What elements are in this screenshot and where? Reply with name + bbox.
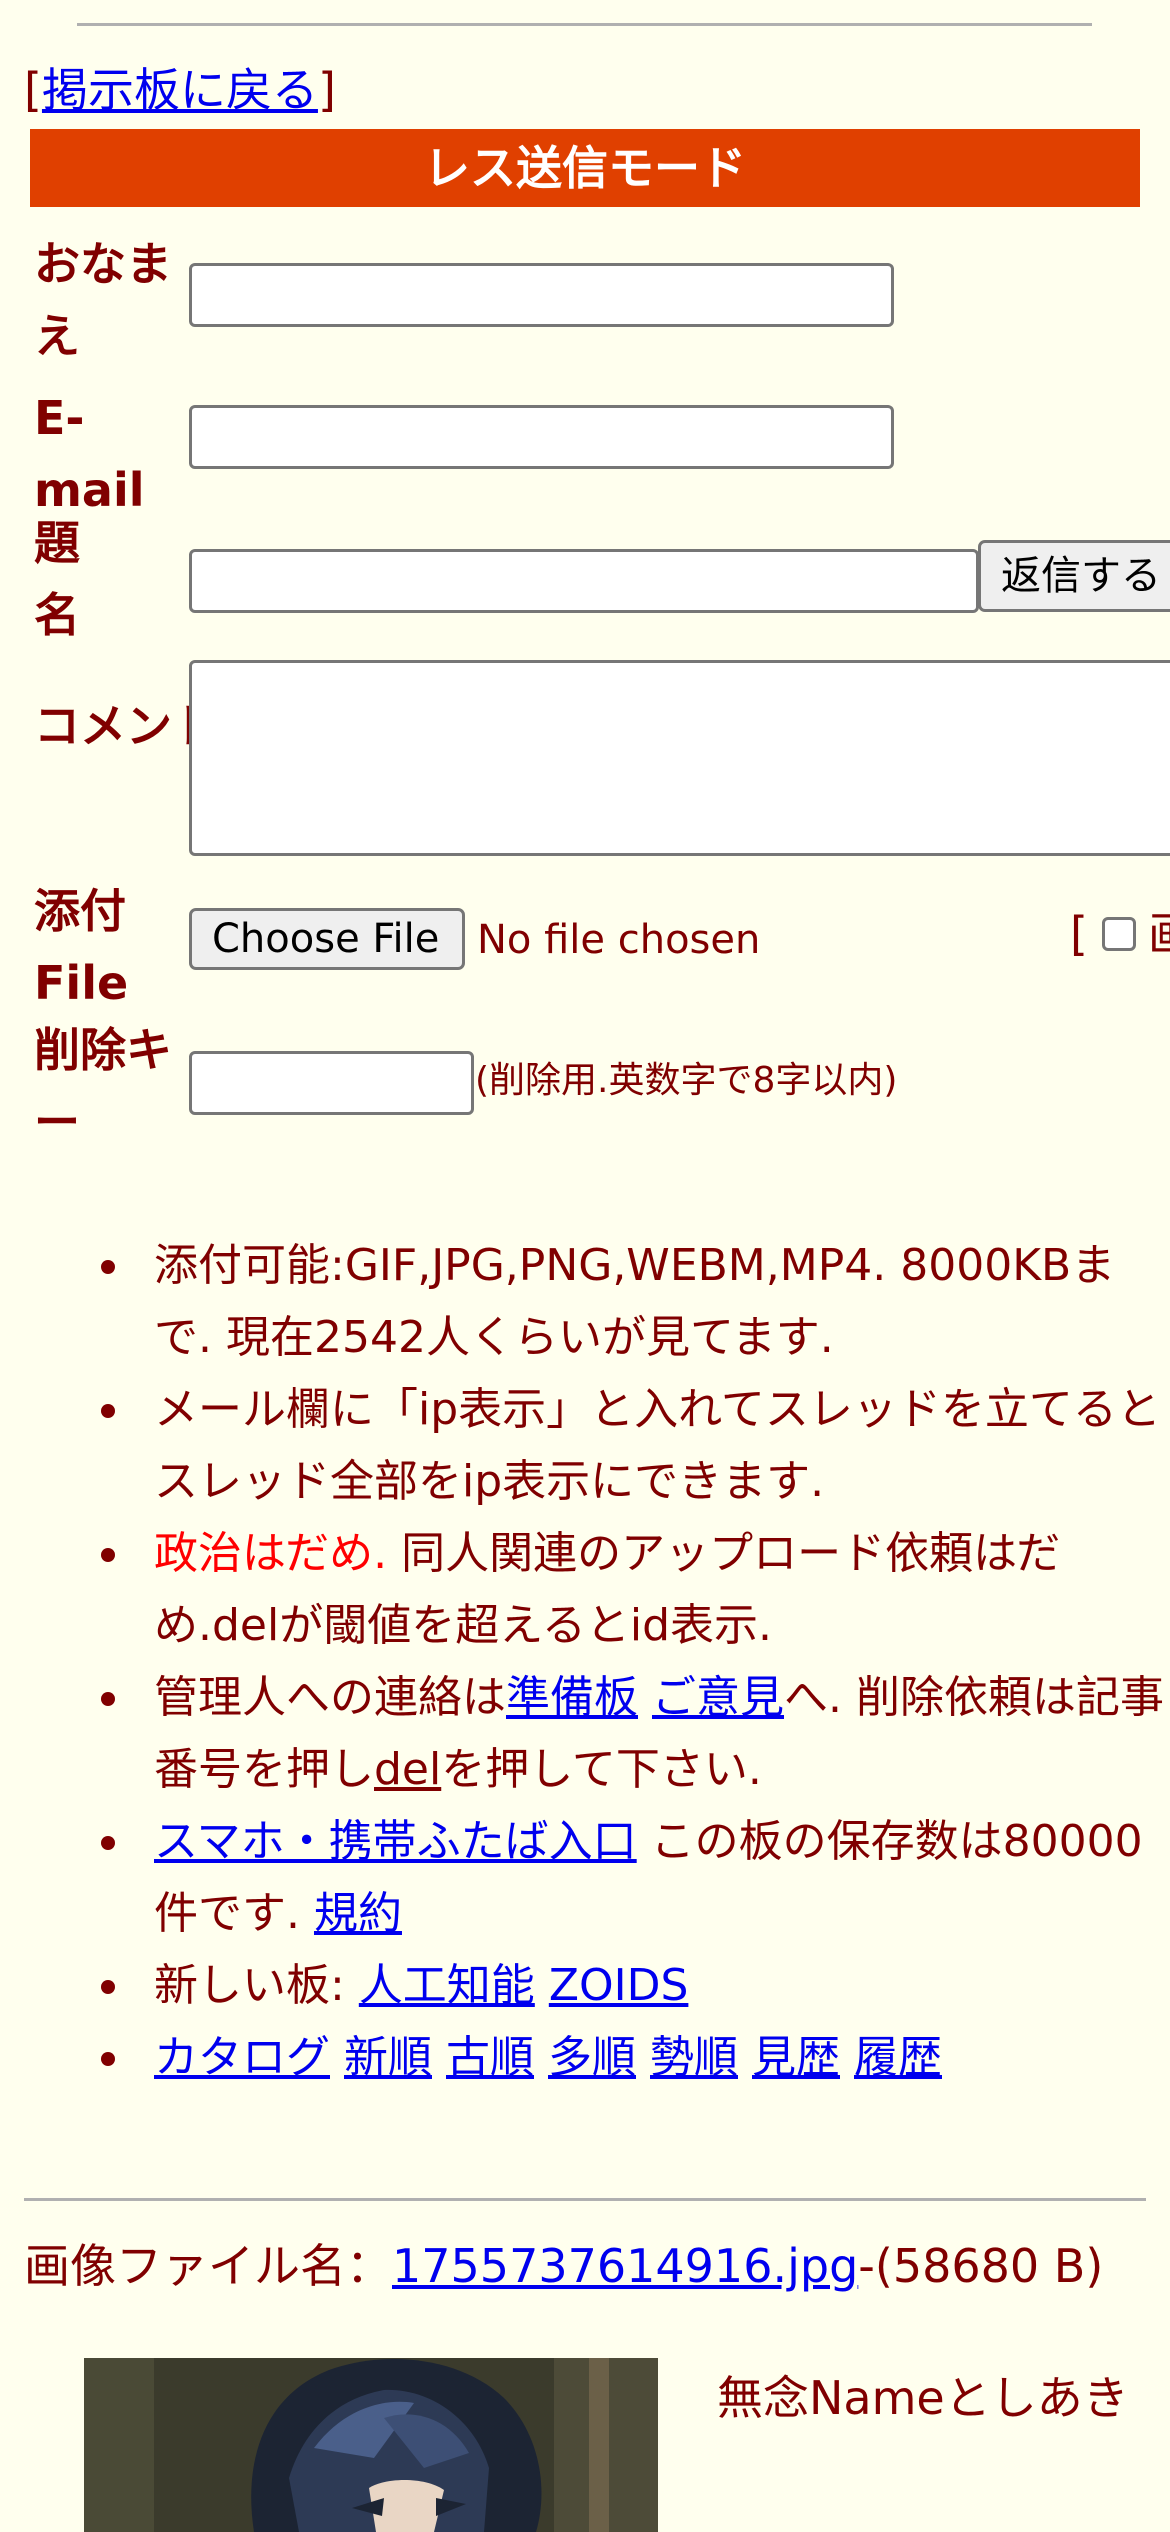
subject-input[interactable]: [189, 549, 979, 613]
terms-link[interactable]: 規約: [314, 1888, 402, 1939]
thumbnail-artwork: [84, 2358, 658, 2532]
history-link[interactable]: 履歴: [854, 2032, 942, 2083]
catalog-links: カタログ 新順 古順 多順 勢順 見歴 履歴: [0, 2022, 1170, 2094]
post-subject-line: 無念Nameとしあき: [717, 2371, 1129, 2425]
note-ip-display: メール欄に「ip表示」と入れてスレッドを立てるとスレッド全部をip表示にできます…: [0, 1374, 1170, 1518]
delete-key-input[interactable]: [189, 1051, 474, 1115]
delete-key-label: 削除キー: [34, 1023, 172, 1149]
reply-mode-header: レス送信モード: [30, 129, 1140, 207]
board-notes-list: 添付可能:GIF,JPG,PNG,WEBM,MP4. 8000KBまで. 現在2…: [0, 1230, 1170, 2094]
back-to-board: [掲示板に戻る]: [24, 63, 336, 117]
top-divider: [77, 23, 1092, 26]
sort-newest-link[interactable]: 新順: [344, 2032, 432, 2083]
feedback-link[interactable]: ご意見: [652, 1672, 784, 1723]
name-label: おなまえ: [34, 237, 172, 363]
new-board-ai-link[interactable]: 人工知能: [359, 1960, 535, 2011]
post-thumbnail-image[interactable]: [84, 2358, 658, 2532]
email-input[interactable]: [189, 405, 894, 469]
subject-label: 題名: [34, 516, 80, 642]
image-option-bracket: [: [1070, 907, 1088, 961]
sort-momentum-link[interactable]: 勢順: [650, 2032, 738, 2083]
sort-most-link[interactable]: 多順: [548, 2032, 636, 2083]
comment-textarea[interactable]: [189, 660, 1170, 856]
del-link[interactable]: del: [374, 1744, 441, 1795]
mobile-entrance-link[interactable]: スマホ・携帯ふたば入口: [154, 1816, 637, 1867]
delete-key-hint: (削除用.英数字で8字以内): [475, 1060, 898, 1101]
politics-warning: 政治はだめ.: [154, 1528, 388, 1579]
submit-reply-button[interactable]: 返信する: [978, 540, 1170, 612]
file-label: 添付File: [34, 884, 129, 1010]
prep-board-link[interactable]: 準備板: [506, 1672, 638, 1723]
viewed-history-link[interactable]: 見歴: [752, 2032, 840, 2083]
note-attachments: 添付可能:GIF,JPG,PNG,WEBM,MP4. 8000KBまで. 現在2…: [0, 1230, 1170, 1374]
image-option-checkbox[interactable]: [1102, 917, 1136, 951]
back-to-board-link[interactable]: 掲示板に戻る: [42, 63, 318, 117]
note-rules: 政治はだめ. 同人関連のアップロード依頼はだめ.delが閾値を超えるとid表示.: [0, 1518, 1170, 1662]
catalog-link[interactable]: カタログ: [154, 2032, 330, 2083]
note-mobile: スマホ・携帯ふたば入口 この板の保存数は80000件です. 規約: [0, 1806, 1170, 1950]
thread-divider: [24, 2198, 1146, 2201]
image-file-link[interactable]: 1755737614916.jpg: [392, 2239, 858, 2293]
image-option-label: 画: [1148, 906, 1170, 962]
email-label: E-mail: [34, 391, 145, 517]
note-contact: 管理人への連絡は準備板 ご意見へ. 削除依頼は記事番号を押しdelを押して下さい…: [0, 1662, 1170, 1806]
image-file-info: 画像ファイル名：1755737614916.jpg-(58680 B): [24, 2239, 1104, 2293]
choose-file-button[interactable]: Choose File: [189, 908, 465, 970]
new-board-zoids-link[interactable]: ZOIDS: [549, 1960, 689, 2011]
file-status-text: No file chosen: [477, 917, 761, 963]
name-input[interactable]: [189, 263, 894, 327]
sort-oldest-link[interactable]: 古順: [446, 2032, 534, 2083]
note-new-boards: 新しい板: 人工知能 ZOIDS: [0, 1950, 1170, 2022]
